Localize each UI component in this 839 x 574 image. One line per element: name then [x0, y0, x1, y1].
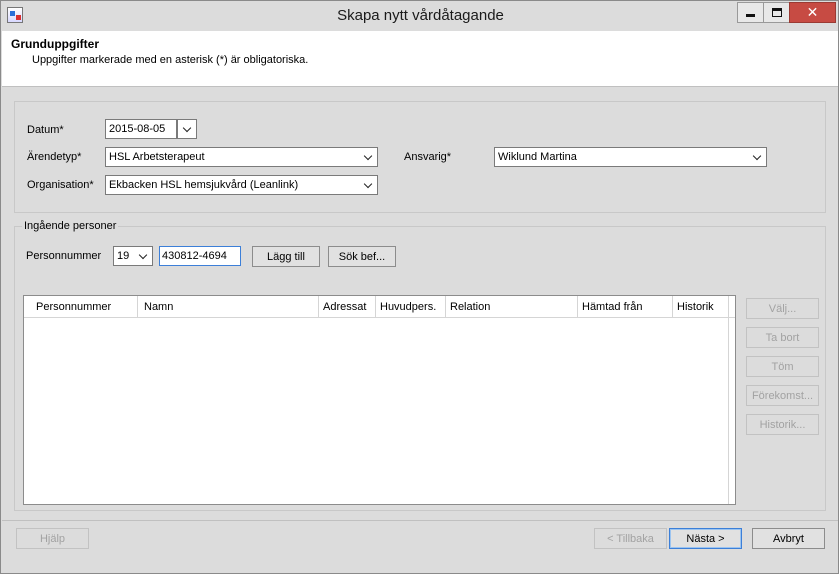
column-header-huvudpers[interactable]: Huvudpers. — [376, 296, 446, 317]
organisation-dropdown-button[interactable] — [359, 176, 377, 194]
century-dropdown-button[interactable] — [134, 247, 152, 265]
next-button[interactable]: Nästa > — [669, 528, 742, 549]
arendetyp-select[interactable]: HSL Arbetsterapeut — [105, 147, 378, 167]
arendetyp-dropdown-button[interactable] — [359, 148, 377, 166]
chevron-down-icon — [182, 123, 192, 132]
maximize-icon — [771, 8, 782, 17]
ansvarig-value: Wiklund Martina — [498, 151, 577, 163]
remove-button[interactable]: Ta bort — [746, 327, 819, 348]
chevron-down-icon — [363, 151, 373, 160]
organisation-label: Organisation* — [27, 179, 94, 191]
page-subtitle: Uppgifter markerade med en asterisk (*) … — [32, 54, 309, 66]
personnummer-label: Personnummer — [26, 250, 102, 262]
minimize-icon — [746, 13, 755, 17]
persons-table[interactable]: Personnummer Namn Adressat Huvudpers. Re… — [23, 295, 736, 505]
search-person-button[interactable]: Sök bef... — [328, 246, 396, 267]
column-header-historik[interactable]: Historik — [673, 296, 728, 317]
maximize-button[interactable] — [763, 2, 789, 23]
column-header-adressat[interactable]: Adressat — [319, 296, 376, 317]
persons-group-label: Ingående personer — [22, 220, 119, 232]
window-title: Skapa nytt vårdåtagande — [337, 7, 504, 24]
clear-button[interactable]: Töm — [746, 356, 819, 377]
datum-dropdown-button[interactable] — [177, 119, 197, 139]
datum-field[interactable]: 2015-08-05 — [105, 119, 177, 139]
page-title: Grunduppgifter — [11, 37, 99, 51]
chevron-down-icon — [363, 179, 373, 188]
footer-divider — [2, 520, 838, 521]
personnummer-input[interactable]: 430812-4694 — [159, 246, 241, 266]
cancel-button[interactable]: Avbryt — [752, 528, 825, 549]
close-icon: ✕ — [806, 4, 819, 20]
column-header-hamtad-fran[interactable]: Hämtad från — [578, 296, 673, 317]
add-person-button[interactable]: Lägg till — [252, 246, 320, 267]
arendetyp-value: HSL Arbetsterapeut — [109, 151, 205, 163]
header-panel: Grunduppgifter Uppgifter markerade med e… — [2, 31, 838, 87]
choose-button[interactable]: Välj... — [746, 298, 819, 319]
century-select[interactable]: 19 — [113, 246, 153, 266]
column-header-relation[interactable]: Relation — [446, 296, 578, 317]
history-button[interactable]: Historik... — [746, 414, 819, 435]
column-header-personnummer[interactable]: Personnummer — [24, 296, 138, 317]
help-button[interactable]: Hjälp — [16, 528, 89, 549]
ansvarig-dropdown-button[interactable] — [748, 148, 766, 166]
close-button[interactable]: ✕ — [789, 2, 836, 23]
chevron-down-icon — [138, 250, 148, 259]
table-header: Personnummer Namn Adressat Huvudpers. Re… — [24, 296, 735, 318]
organisation-value: Ekbacken HSL hemsjukvård (Leanlink) — [109, 179, 299, 191]
ansvarig-label: Ansvarig* — [404, 151, 452, 163]
occurrence-button[interactable]: Förekomst... — [746, 385, 819, 406]
back-button[interactable]: < Tillbaka — [594, 528, 667, 549]
organisation-select[interactable]: Ekbacken HSL hemsjukvård (Leanlink) — [105, 175, 378, 195]
title-bar[interactable]: Skapa nytt vårdåtagande ✕ — [1, 1, 838, 31]
century-value: 19 — [117, 250, 130, 262]
ansvarig-select[interactable]: Wiklund Martina — [494, 147, 767, 167]
chevron-down-icon — [752, 151, 762, 160]
datum-label: Datum* — [27, 124, 64, 136]
column-header-namn[interactable]: Namn — [138, 296, 319, 317]
table-divider — [728, 296, 729, 504]
arendetyp-label: Ärendetyp* — [27, 151, 82, 163]
dialog-window: Skapa nytt vårdåtagande ✕ Grunduppgifter… — [0, 0, 839, 574]
minimize-button[interactable] — [737, 2, 763, 23]
